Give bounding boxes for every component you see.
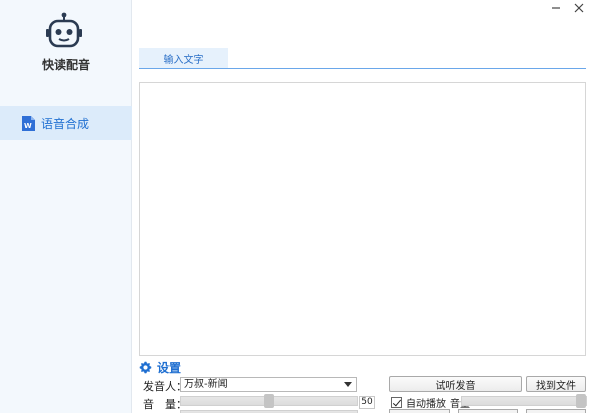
sidebar-item-speech-synthesis[interactable]: W 语音合成	[0, 106, 132, 140]
find-file-button[interactable]: 找到文件	[526, 376, 586, 392]
sidebar: 快读配音 W 语音合成	[0, 0, 132, 413]
gear-icon	[139, 361, 152, 374]
bottom-button-3[interactable]	[526, 409, 586, 413]
play-volume-slider[interactable]	[461, 394, 587, 408]
tab-underline	[139, 68, 586, 69]
tab-input-text[interactable]: 输入文字	[139, 48, 228, 69]
svg-text:W: W	[24, 122, 32, 130]
volume-slider[interactable]	[180, 394, 358, 408]
settings-section-title: 设置	[139, 359, 181, 376]
auto-play-checkbox[interactable]	[391, 397, 402, 408]
text-input-area[interactable]	[139, 82, 586, 356]
bottom-button-1[interactable]	[389, 409, 450, 413]
robot-logo-icon	[46, 12, 82, 48]
auto-play-row: 自动播放 音量	[391, 395, 470, 410]
app-title: 快读配音	[41, 58, 90, 72]
voice-select[interactable]: 万叔-新闻	[180, 377, 357, 392]
minimize-icon[interactable]	[545, 0, 567, 16]
word-doc-icon: W	[22, 115, 35, 131]
bottom-button-2[interactable]	[458, 409, 518, 413]
chevron-down-icon	[344, 382, 352, 387]
volume-value: 50	[359, 396, 375, 409]
volume-slider-thumb[interactable]	[264, 394, 274, 408]
play-volume-slider-thumb[interactable]	[576, 394, 586, 408]
close-icon[interactable]	[568, 0, 589, 16]
voice-select-value: 万叔-新闻	[184, 379, 228, 390]
sidebar-item-label: 语音合成	[41, 116, 90, 131]
settings-title-text: 设置	[157, 361, 182, 375]
auto-play-label: 自动播放	[406, 399, 446, 410]
preview-button[interactable]: 试听发音	[389, 376, 522, 392]
